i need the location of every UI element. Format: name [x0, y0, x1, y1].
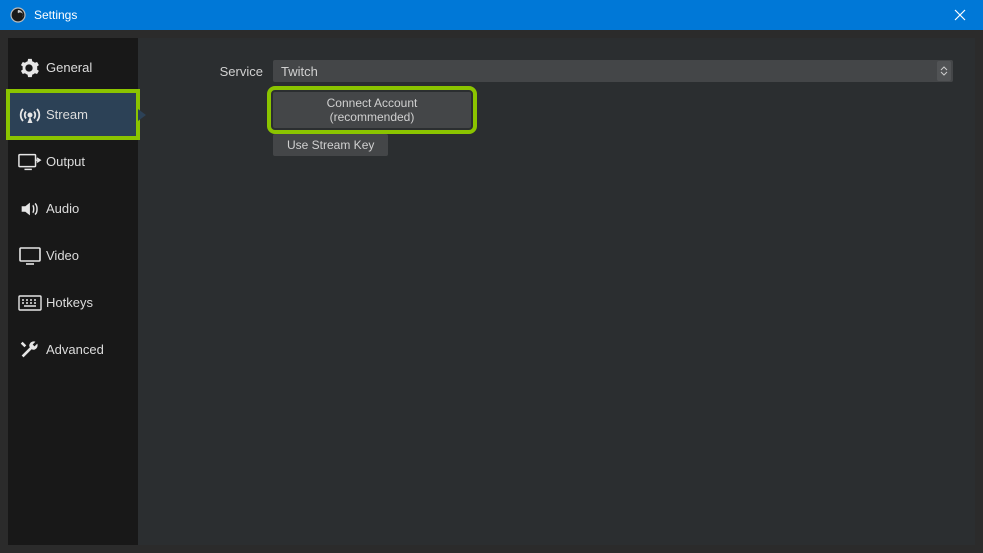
close-icon	[954, 9, 966, 21]
service-select-value: Twitch	[281, 64, 318, 79]
sidebar-item-label: Output	[46, 154, 85, 169]
service-label: Service	[160, 64, 273, 79]
use-stream-key-button[interactable]: Use Stream Key	[273, 134, 388, 156]
broadcast-icon	[18, 103, 46, 127]
obs-logo-icon	[10, 7, 26, 23]
close-button[interactable]	[937, 0, 983, 30]
sidebar-item-label: Hotkeys	[46, 295, 93, 310]
sidebar-item-advanced[interactable]: Advanced	[8, 326, 138, 373]
titlebar: Settings	[0, 0, 983, 30]
sidebar-item-label: Stream	[46, 107, 88, 122]
wrench-icon	[18, 339, 46, 361]
content-pane: Service Twitch Connect Account (recommen…	[138, 38, 975, 545]
sidebar: General Stream Output Audio Video	[8, 38, 138, 545]
speaker-icon	[18, 198, 46, 220]
output-icon	[18, 151, 46, 173]
sidebar-item-output[interactable]: Output	[8, 138, 138, 185]
sidebar-item-stream[interactable]: Stream	[8, 91, 138, 138]
monitor-icon	[18, 245, 46, 267]
sidebar-item-hotkeys[interactable]: Hotkeys	[8, 279, 138, 326]
sidebar-item-label: Video	[46, 248, 79, 263]
sidebar-item-video[interactable]: Video	[8, 232, 138, 279]
connect-account-button[interactable]: Connect Account (recommended)	[273, 92, 471, 128]
sidebar-item-general[interactable]: General	[8, 44, 138, 91]
sidebar-item-label: General	[46, 60, 92, 75]
gear-icon	[18, 57, 46, 79]
keyboard-icon	[18, 294, 46, 312]
window-title: Settings	[34, 8, 77, 22]
sidebar-item-label: Advanced	[46, 342, 104, 357]
sidebar-item-label: Audio	[46, 201, 79, 216]
service-select[interactable]: Twitch	[273, 60, 953, 82]
sidebar-item-audio[interactable]: Audio	[8, 185, 138, 232]
spinbox-icon	[937, 61, 951, 81]
